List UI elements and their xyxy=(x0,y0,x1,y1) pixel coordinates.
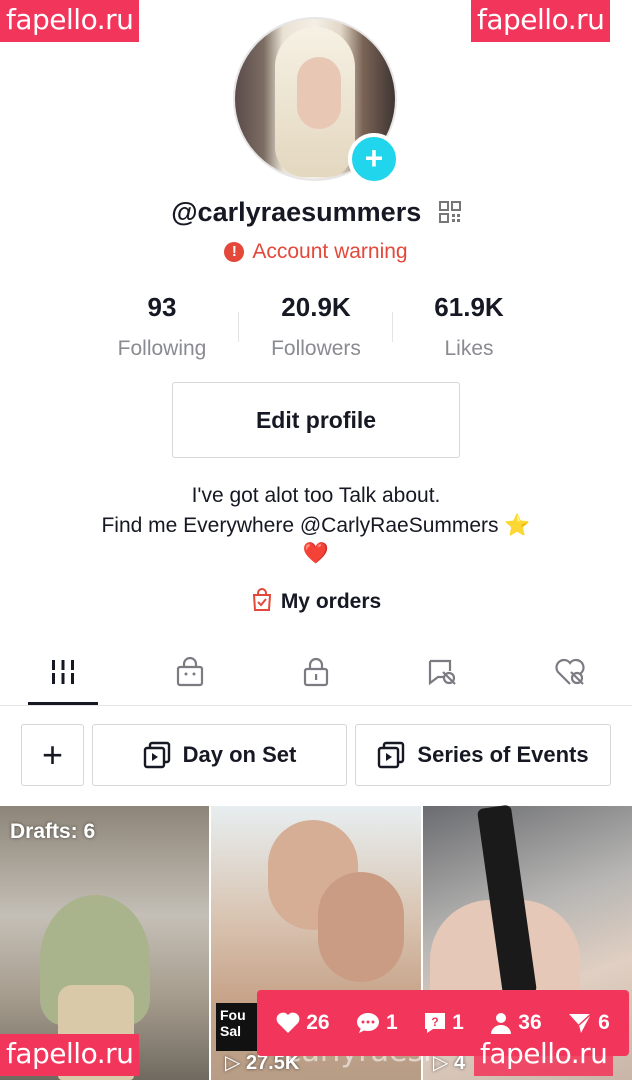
shares-counter: 6 xyxy=(568,1011,610,1035)
playlist-day-on-set[interactable]: Day on Set xyxy=(92,724,347,786)
person-icon xyxy=(491,1013,512,1034)
followers-count: 36 xyxy=(518,1011,542,1034)
followers-counter: 36 xyxy=(490,1011,542,1035)
stat-followers[interactable]: 20.9K Followers xyxy=(241,292,391,361)
tabs-divider xyxy=(0,705,632,706)
username: @carlyraesummers xyxy=(171,197,422,227)
add-avatar-plus-icon[interactable]: + xyxy=(348,133,400,185)
tab-reposts[interactable] xyxy=(412,652,472,692)
grid-icon xyxy=(49,660,77,684)
stat-divider xyxy=(238,312,239,342)
stat-value: 61.9K xyxy=(434,292,504,322)
stat-value: 20.9K xyxy=(281,292,351,322)
username-row: @carlyraesummers xyxy=(0,197,632,228)
playlist-series-of-events[interactable]: Series of Events xyxy=(355,724,611,786)
shopping-bag-icon xyxy=(252,588,271,611)
stat-following[interactable]: 93 Following xyxy=(87,292,237,361)
liked-hidden-icon xyxy=(555,658,585,685)
bio-line: Find me Everywhere @CarlyRaeSummers ⭐ xyxy=(101,514,531,537)
watermark-top-right: fapello.ru xyxy=(471,0,611,42)
stat-divider xyxy=(392,312,393,342)
comment-icon xyxy=(357,1013,380,1033)
shop-bag-icon xyxy=(176,657,204,687)
tagged-hidden-icon xyxy=(428,659,456,686)
comments-count: 1 xyxy=(386,1011,398,1034)
shares-count: 6 xyxy=(598,1011,610,1034)
stat-value: 93 xyxy=(147,292,177,322)
drafts-label: Drafts: 6 xyxy=(10,820,96,843)
stat-likes[interactable]: 61.9K Likes xyxy=(394,292,544,361)
warning-icon: ! xyxy=(224,242,245,262)
stat-label: Following xyxy=(117,337,207,360)
add-playlist-button[interactable]: + xyxy=(21,724,84,786)
lock-icon xyxy=(303,657,329,687)
watermark-bottom-left: fapello.ru xyxy=(0,1034,140,1076)
playlist-icon xyxy=(377,741,405,769)
stat-label: Followers xyxy=(271,337,361,360)
watermark-top-left: fapello.ru xyxy=(0,0,140,42)
playlist-icon xyxy=(143,741,171,769)
question-icon: ? xyxy=(425,1013,446,1033)
my-orders-label: My orders xyxy=(280,590,382,613)
playlist-label: Series of Events xyxy=(417,742,589,767)
svg-text:?: ? xyxy=(431,1015,438,1029)
likes-count: 26 xyxy=(306,1011,330,1034)
tab-liked[interactable] xyxy=(540,652,600,692)
qr-code-icon[interactable] xyxy=(438,201,461,223)
tab-shop[interactable] xyxy=(160,652,220,692)
questions-count: 1 xyxy=(452,1011,464,1034)
playlist-label: Day on Set xyxy=(182,742,297,767)
watermark-bottom-right: fapello.ru xyxy=(474,1034,614,1076)
tab-videos[interactable] xyxy=(33,652,93,692)
account-warning-label: Account warning xyxy=(252,240,408,263)
send-icon xyxy=(569,1013,592,1033)
heart-icon xyxy=(276,1012,300,1033)
thumbnail-figure xyxy=(318,872,404,982)
my-orders-link[interactable]: My orders xyxy=(0,588,632,614)
comments-counter: 1 xyxy=(356,1011,398,1035)
edit-profile-button[interactable]: Edit profile xyxy=(172,382,460,458)
bio-line: I've got alot too Talk about. xyxy=(191,484,441,507)
likes-counter: 26 xyxy=(276,1011,330,1035)
account-warning[interactable]: ! Account warning xyxy=(0,240,632,264)
stat-label: Likes xyxy=(444,337,494,360)
questions-counter: ? 1 xyxy=(424,1011,464,1035)
bio-heart: ❤️ xyxy=(302,542,330,565)
tab-private[interactable] xyxy=(286,652,346,692)
